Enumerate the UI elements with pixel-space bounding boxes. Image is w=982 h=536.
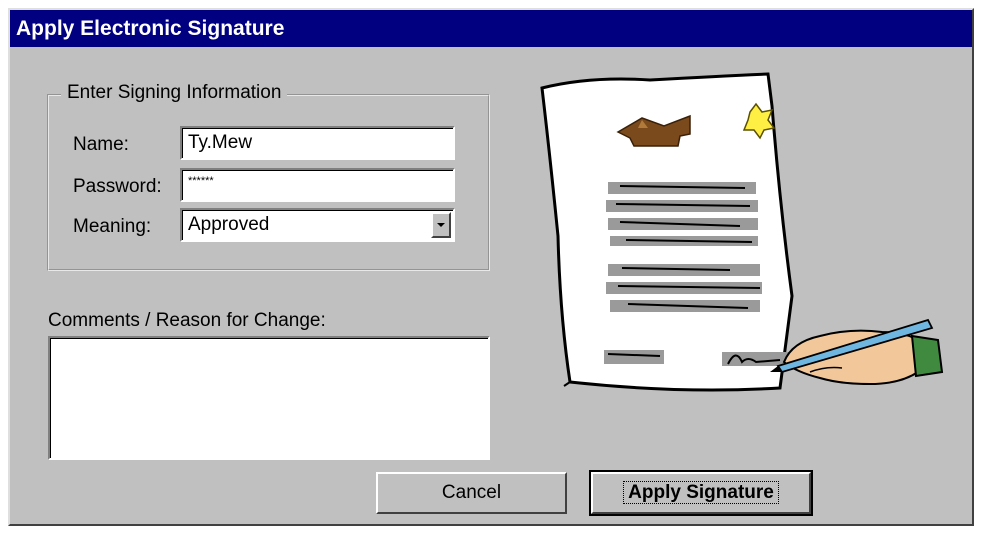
apply-signature-button[interactable]: Apply Signature: [589, 470, 813, 516]
dialog-title: Apply Electronic Signature: [10, 10, 972, 47]
apply-signature-button-label: Apply Signature: [623, 481, 779, 504]
name-label: Name:: [73, 134, 129, 155]
signing-document-illustration: [540, 72, 944, 392]
meaning-select-value: Approved: [188, 214, 270, 235]
password-field[interactable]: ******: [180, 168, 455, 202]
meaning-label: Meaning:: [73, 216, 152, 237]
signature-dialog: Apply Electronic Signature Enter Signing…: [8, 8, 974, 526]
meaning-select[interactable]: Approved: [180, 208, 455, 242]
chevron-down-icon[interactable]: [431, 212, 451, 238]
password-label: Password:: [73, 176, 162, 197]
cancel-button-label: Cancel: [441, 482, 502, 503]
comments-label: Comments / Reason for Change:: [48, 310, 326, 331]
signing-info-legend: Enter Signing Information: [61, 82, 288, 104]
name-field[interactable]: Ty.Mew: [180, 126, 455, 160]
cancel-button[interactable]: Cancel: [376, 472, 567, 514]
comments-textarea[interactable]: [48, 336, 490, 460]
